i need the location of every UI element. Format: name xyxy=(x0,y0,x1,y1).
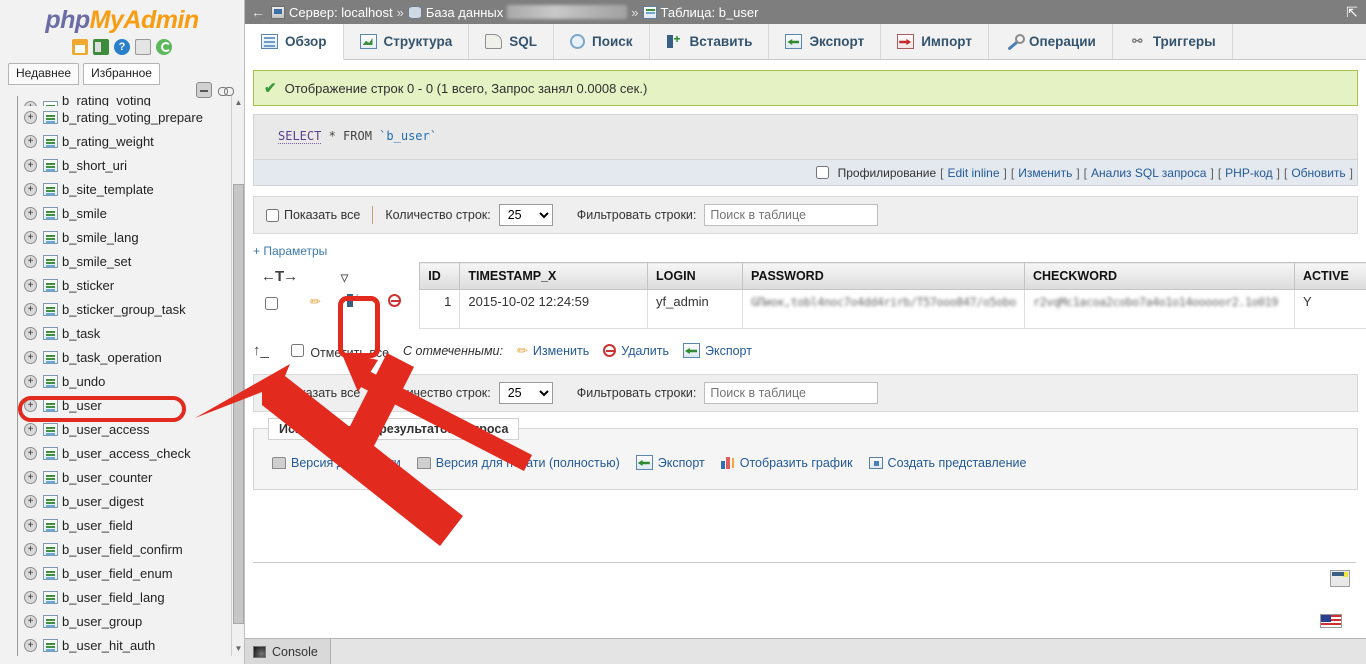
phpmyadmin-window: phpMyAdmin ? Недавнее Избранное +b_ratin… xyxy=(0,0,1366,664)
annotation-arrows xyxy=(195,352,532,546)
arrow-to-id-column xyxy=(330,352,532,471)
arrow-to-sidebar xyxy=(195,364,463,546)
